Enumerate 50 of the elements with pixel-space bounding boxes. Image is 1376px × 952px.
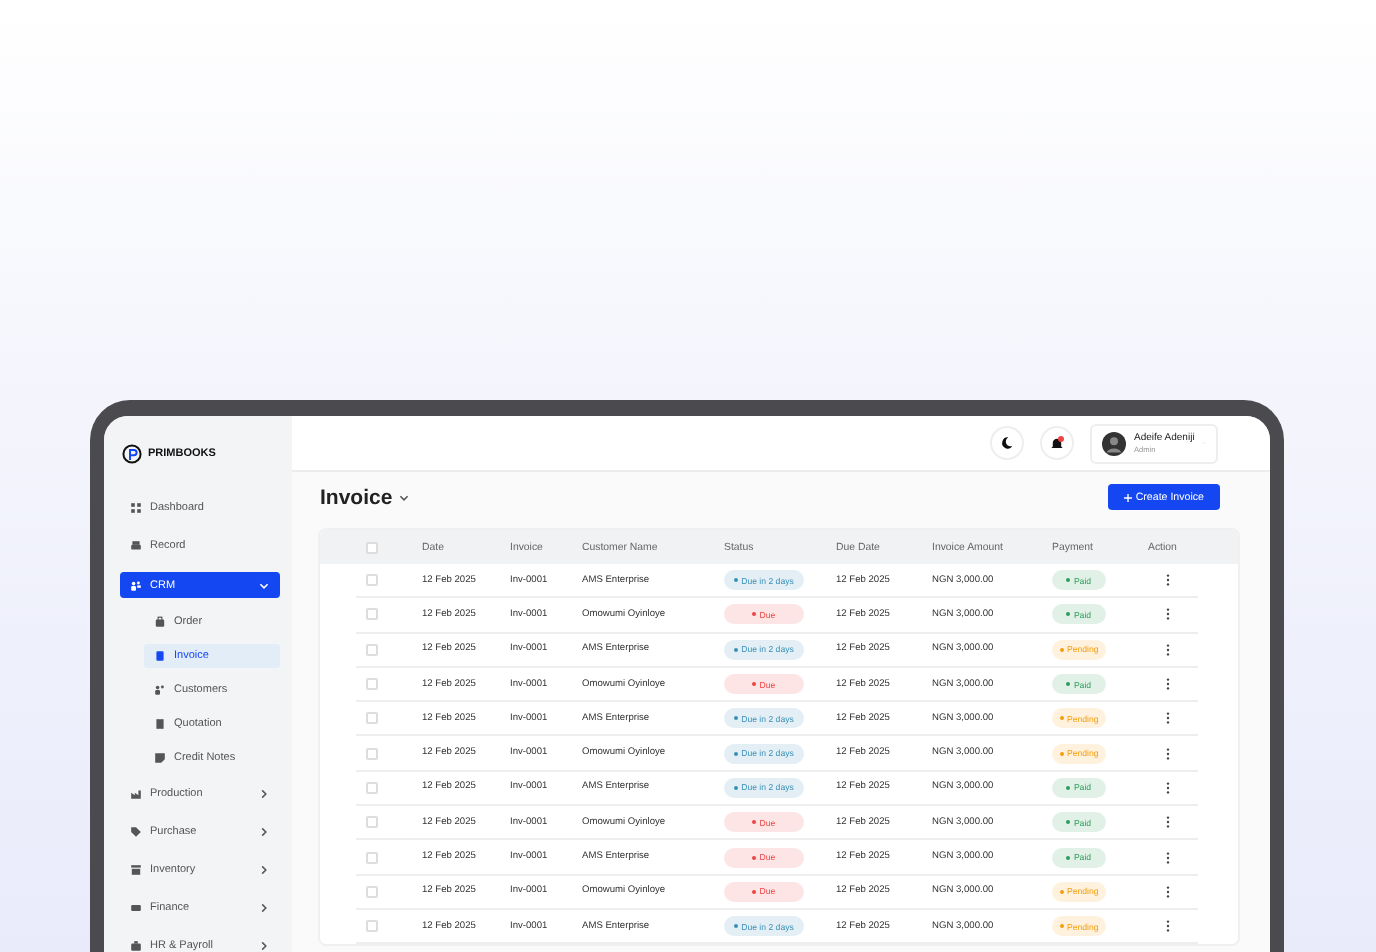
theme-toggle-button[interactable]: [990, 426, 1024, 460]
row-checkbox[interactable]: [366, 781, 378, 794]
more-options-icon[interactable]: [1164, 851, 1172, 864]
row-checkbox[interactable]: [366, 678, 378, 691]
row-checkbox[interactable]: [366, 574, 378, 587]
select-all-checkbox[interactable]: [366, 541, 378, 553]
printer-icon: [130, 540, 142, 552]
people-icon: [130, 579, 142, 591]
row-checkbox[interactable]: [366, 747, 378, 760]
row-checkbox[interactable]: [366, 712, 378, 725]
more-options-icon[interactable]: [1164, 643, 1172, 656]
chevron-right-icon: [258, 902, 270, 914]
chevron-right-icon: [258, 864, 270, 876]
page-title: Invoice: [320, 485, 393, 509]
more-options-icon[interactable]: [1164, 816, 1172, 829]
more-options-icon[interactable]: [1164, 781, 1172, 794]
people-icon: [154, 684, 166, 696]
factory-icon: [130, 788, 142, 800]
tray-icon: [130, 864, 142, 876]
more-options-icon[interactable]: [1164, 678, 1172, 691]
row-checkbox[interactable]: [366, 643, 378, 656]
notification-dot: [1058, 436, 1064, 442]
document-icon: [154, 650, 166, 662]
row-checkbox[interactable]: [366, 851, 378, 864]
row-checkbox[interactable]: [366, 920, 378, 933]
bag-icon: [154, 616, 166, 628]
logo-icon: [122, 444, 142, 464]
more-options-icon[interactable]: [1164, 608, 1172, 621]
more-options-icon[interactable]: [1164, 885, 1172, 898]
more-options-icon[interactable]: [1164, 920, 1172, 933]
row-checkbox[interactable]: [366, 608, 378, 621]
moon-icon: [1000, 436, 1014, 450]
document-icon: [154, 718, 166, 730]
avatar-icon: [1102, 431, 1126, 455]
chevron-down-icon: [258, 579, 270, 591]
briefcase-icon: [130, 940, 142, 952]
plus-icon: [1123, 493, 1132, 501]
chevron-right-icon: [258, 940, 270, 952]
row-checkbox[interactable]: [366, 885, 378, 898]
chevron-right-icon: [258, 788, 270, 800]
more-options-icon[interactable]: [1164, 747, 1172, 760]
row-checkbox[interactable]: [366, 816, 378, 829]
chevron-down-icon: [398, 491, 411, 503]
notification-button[interactable]: [1040, 426, 1074, 460]
more-options-icon[interactable]: [1164, 574, 1172, 587]
chevron-right-icon: [258, 826, 270, 838]
tag-icon: [130, 826, 142, 838]
note-icon: [154, 752, 166, 764]
more-options-icon[interactable]: [1164, 712, 1172, 725]
grid-icon: [130, 502, 142, 514]
